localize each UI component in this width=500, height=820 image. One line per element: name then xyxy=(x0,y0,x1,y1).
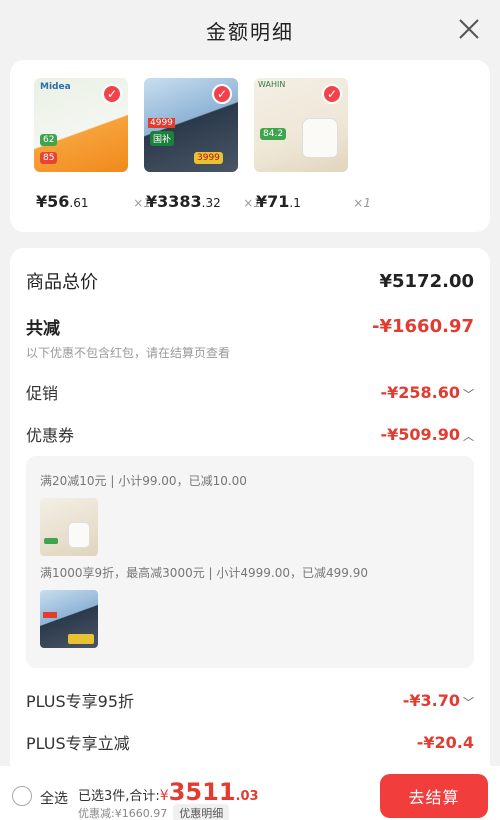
coupon-product-image xyxy=(40,498,98,556)
coupon-product-image xyxy=(40,590,98,648)
products-card: Midea 62 85 ✓ ¥56.61 ×1 4999 国补 3999 ✓ ¥… xyxy=(10,60,490,232)
total-amount-dec: .03 xyxy=(235,789,259,804)
plus-discount-label: PLUS专享95折 xyxy=(26,692,134,711)
brand-label: Midea xyxy=(40,82,71,92)
brand-label: WAHIN xyxy=(258,80,286,89)
product-tag: 84.2 xyxy=(260,128,287,140)
saved-amount: 优惠减:¥1660.97 xyxy=(78,807,168,820)
product-price: ¥71.1 xyxy=(256,192,301,211)
chevron-down-icon: ﹀ xyxy=(463,387,474,401)
plus-reduce-row: PLUS专享立减 -¥20.4 xyxy=(26,730,474,754)
bottom-bar: 全选 已选3件,合计: ¥ 3511 .03 优惠减:¥1660.97 优惠明细… xyxy=(0,766,500,820)
product-tag: 4999 xyxy=(148,118,175,128)
coupon-line: 满20减10元 | 小计99.00，已减10.00 xyxy=(40,474,247,488)
summary-text: 已选3件,合计: xyxy=(78,789,160,804)
product-quantity: ×1 xyxy=(353,196,371,210)
total-currency: ¥ xyxy=(159,788,169,804)
details-card: 商品总价 ¥5172.00 共减 -¥1660.97 以下优惠不包含红包，请在结… xyxy=(10,248,490,808)
coupon-detail-box: 满20减10元 | 小计99.00，已减10.00 满1000享9折，最高减30… xyxy=(26,456,474,668)
product-shape xyxy=(302,118,338,158)
discount-value: -¥1660.97 xyxy=(372,316,474,337)
promo-row[interactable]: 促销 -¥258.60 ﹀ xyxy=(26,380,474,404)
product-price: ¥56.61 xyxy=(36,192,89,211)
product-image[interactable]: Midea 62 85 ✓ xyxy=(34,78,128,172)
product-image[interactable]: 4999 国补 3999 ✓ xyxy=(144,78,238,172)
check-icon: ✓ xyxy=(322,84,342,104)
discount-label: 共减 xyxy=(26,319,60,339)
total-amount-int: 3511 xyxy=(168,778,236,806)
coupon-label: 优惠券 xyxy=(26,426,75,445)
product-item[interactable]: 4999 国补 3999 ✓ ¥3383.32 ×1 xyxy=(144,78,261,211)
product-price-row: ¥3383.32 ×1 xyxy=(146,192,261,211)
discount-note-row: 以下优惠不包含红包，请在结算页查看 xyxy=(26,344,474,361)
promo-value[interactable]: -¥258.60 ﹀ xyxy=(380,383,474,402)
plus-reduce-value: -¥20.4 xyxy=(416,732,474,752)
product-price-row: ¥56.61 ×1 xyxy=(36,192,151,211)
product-tag: 85 xyxy=(40,152,58,164)
total-value: ¥5172.00 xyxy=(379,270,474,292)
page-title: 金额明细 xyxy=(206,19,294,44)
product-image[interactable]: WAHIN 84.2 ✓ xyxy=(254,78,348,172)
coupon-value[interactable]: -¥509.90 ︿ xyxy=(380,425,474,444)
product-tag: 3999 xyxy=(194,152,223,164)
total-row: 商品总价 ¥5172.00 xyxy=(26,268,474,294)
plus-reduce-label: PLUS专享立减 xyxy=(26,734,130,753)
product-item[interactable]: Midea 62 85 ✓ ¥56.61 ×1 xyxy=(34,78,151,211)
saved-summary: 优惠减:¥1660.97 优惠明细 xyxy=(78,804,230,820)
product-price: ¥3383.32 xyxy=(146,192,221,211)
discount-note: 以下优惠不包含红包，请在结算页查看 xyxy=(26,346,231,360)
coupon-line: 满1000享9折，最高减3000元 | 小计4999.00，已减499.90 xyxy=(40,566,368,580)
check-icon: ✓ xyxy=(102,84,122,104)
chevron-down-icon: ﹀ xyxy=(463,695,474,709)
product-item[interactable]: WAHIN 84.2 ✓ ¥71.1 ×1 xyxy=(254,78,371,211)
product-price-row: ¥71.1 ×1 xyxy=(256,192,371,211)
close-icon[interactable] xyxy=(454,14,484,44)
promo-label: 促销 xyxy=(26,384,59,403)
discount-row: 共减 -¥1660.97 xyxy=(26,314,474,339)
coupon-row[interactable]: 优惠券 -¥509.90 ︿ xyxy=(26,422,474,446)
discount-detail-chip[interactable]: 优惠明细 xyxy=(173,804,230,820)
plus-discount-row[interactable]: PLUS专享95折 -¥3.70 ﹀ xyxy=(26,688,474,712)
product-tag: 国补 xyxy=(150,131,175,146)
header: 金额明细 xyxy=(0,0,500,60)
plus-discount-value[interactable]: -¥3.70 ﹀ xyxy=(403,691,474,710)
select-all-radio[interactable] xyxy=(12,786,32,806)
chevron-up-icon: ︿ xyxy=(463,429,474,443)
order-summary: 已选3件,合计: ¥ 3511 .03 xyxy=(78,778,259,806)
product-tag: 62 xyxy=(40,134,58,146)
select-all-label[interactable]: 全选 xyxy=(40,788,68,808)
total-label: 商品总价 xyxy=(26,272,98,293)
checkout-button[interactable]: 去结算 xyxy=(380,774,488,818)
check-icon: ✓ xyxy=(212,84,232,104)
